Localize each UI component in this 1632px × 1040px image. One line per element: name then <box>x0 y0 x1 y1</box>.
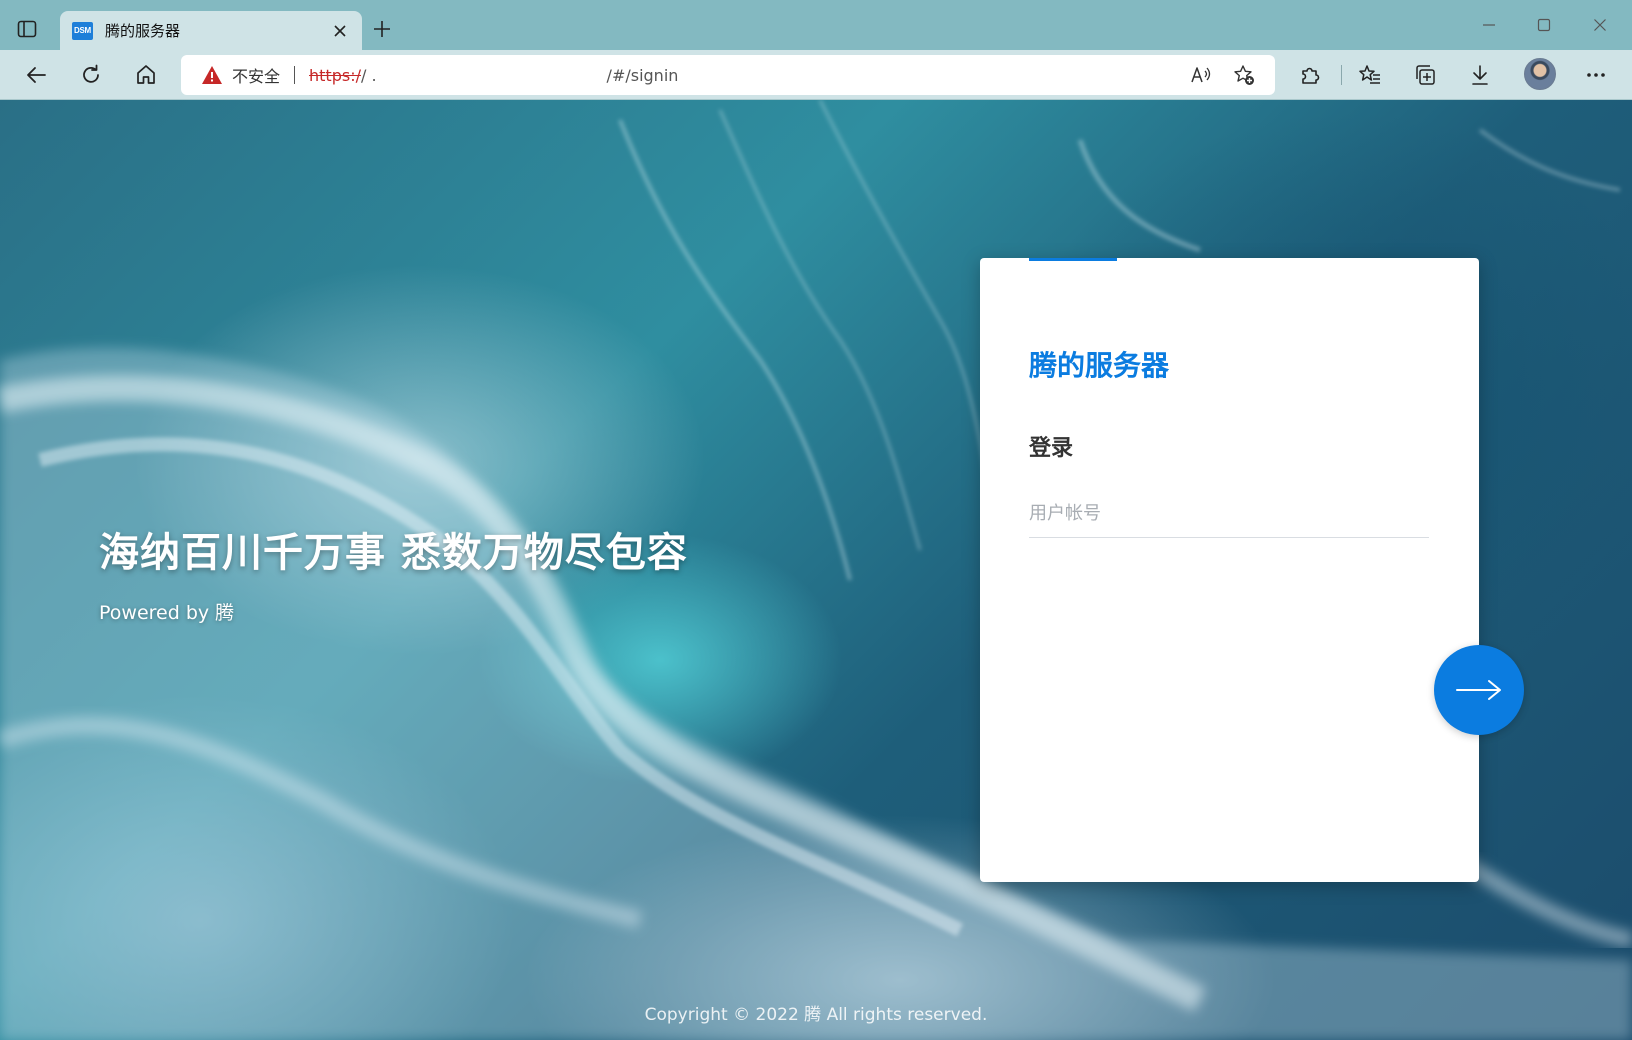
address-separator <box>294 66 296 84</box>
refresh-button[interactable] <box>76 60 106 90</box>
tab-title: 腾的服务器 <box>105 22 181 40</box>
signin-page: 海纳百川千万事 悉数万物尽包容 Powered by 腾 腾的服务器 登录 Co… <box>0 100 1632 1040</box>
maximize-button[interactable] <box>1531 12 1557 38</box>
close-tab-button[interactable] <box>330 21 350 41</box>
card-accent-bar <box>1029 258 1117 261</box>
maximize-icon <box>1537 18 1551 32</box>
add-favorite-icon <box>1233 64 1255 86</box>
favorites-button[interactable] <box>1355 60 1385 90</box>
next-button[interactable] <box>1434 645 1524 735</box>
arrow-right-icon <box>1455 678 1503 702</box>
downloads-button[interactable] <box>1465 60 1495 90</box>
dsm-favicon-icon: DSM <box>72 21 93 40</box>
close-icon <box>333 24 347 38</box>
tab-active[interactable]: DSM 腾的服务器 <box>60 11 362 50</box>
close-window-button[interactable] <box>1587 12 1613 38</box>
toolbar-divider <box>1341 65 1342 85</box>
avatar[interactable] <box>1524 58 1556 90</box>
login-card: 腾的服务器 登录 <box>980 258 1479 882</box>
extensions-button[interactable] <box>1295 60 1325 90</box>
more-icon <box>1586 72 1606 78</box>
copyright-footer: Copyright © 2022 腾 All rights reserved. <box>644 1005 988 1025</box>
username-input[interactable] <box>1029 490 1429 538</box>
add-favorite-button[interactable] <box>1233 64 1255 86</box>
home-button[interactable] <box>131 60 161 90</box>
tab-actions-icon <box>17 20 37 38</box>
home-icon <box>134 63 158 87</box>
new-tab-button[interactable] <box>371 18 393 40</box>
browser-toolbar: 不安全 https:/ / . /#/signin <box>0 50 1632 100</box>
url-redacted-region <box>376 65 607 85</box>
browser-tab-bar: DSM 腾的服务器 <box>0 0 1632 50</box>
refresh-icon <box>79 63 103 87</box>
login-heading: 登录 <box>1029 436 1074 461</box>
server-name-title: 腾的服务器 <box>1029 349 1170 382</box>
collections-button[interactable] <box>1410 60 1440 90</box>
plus-icon <box>372 19 392 39</box>
read-aloud-button[interactable] <box>1190 64 1212 86</box>
collections-icon <box>1413 63 1437 87</box>
tab-actions-button[interactable] <box>14 16 40 42</box>
puzzle-icon <box>1298 63 1322 87</box>
close-icon <box>1593 18 1607 32</box>
warning-triangle-icon[interactable] <box>201 65 223 85</box>
url-path: /#/signin <box>606 65 679 85</box>
url-scheme: https:/ <box>309 65 361 85</box>
back-button[interactable] <box>21 60 51 90</box>
back-arrow-icon <box>24 63 48 87</box>
more-button[interactable] <box>1581 60 1611 90</box>
read-aloud-icon <box>1190 65 1212 85</box>
favorites-icon <box>1358 63 1382 87</box>
minimize-icon <box>1482 18 1496 32</box>
minimize-button[interactable] <box>1476 12 1502 38</box>
download-icon <box>1468 63 1492 87</box>
hero-title: 海纳百川千万事 悉数万物尽包容 <box>99 530 688 576</box>
security-warning-label[interactable]: 不安全 <box>232 63 280 87</box>
address-bar[interactable]: 不安全 https:/ / . /#/signin <box>181 55 1275 95</box>
url-host-visible: / . <box>360 65 377 85</box>
hero-subtitle: Powered by 腾 <box>99 602 235 624</box>
